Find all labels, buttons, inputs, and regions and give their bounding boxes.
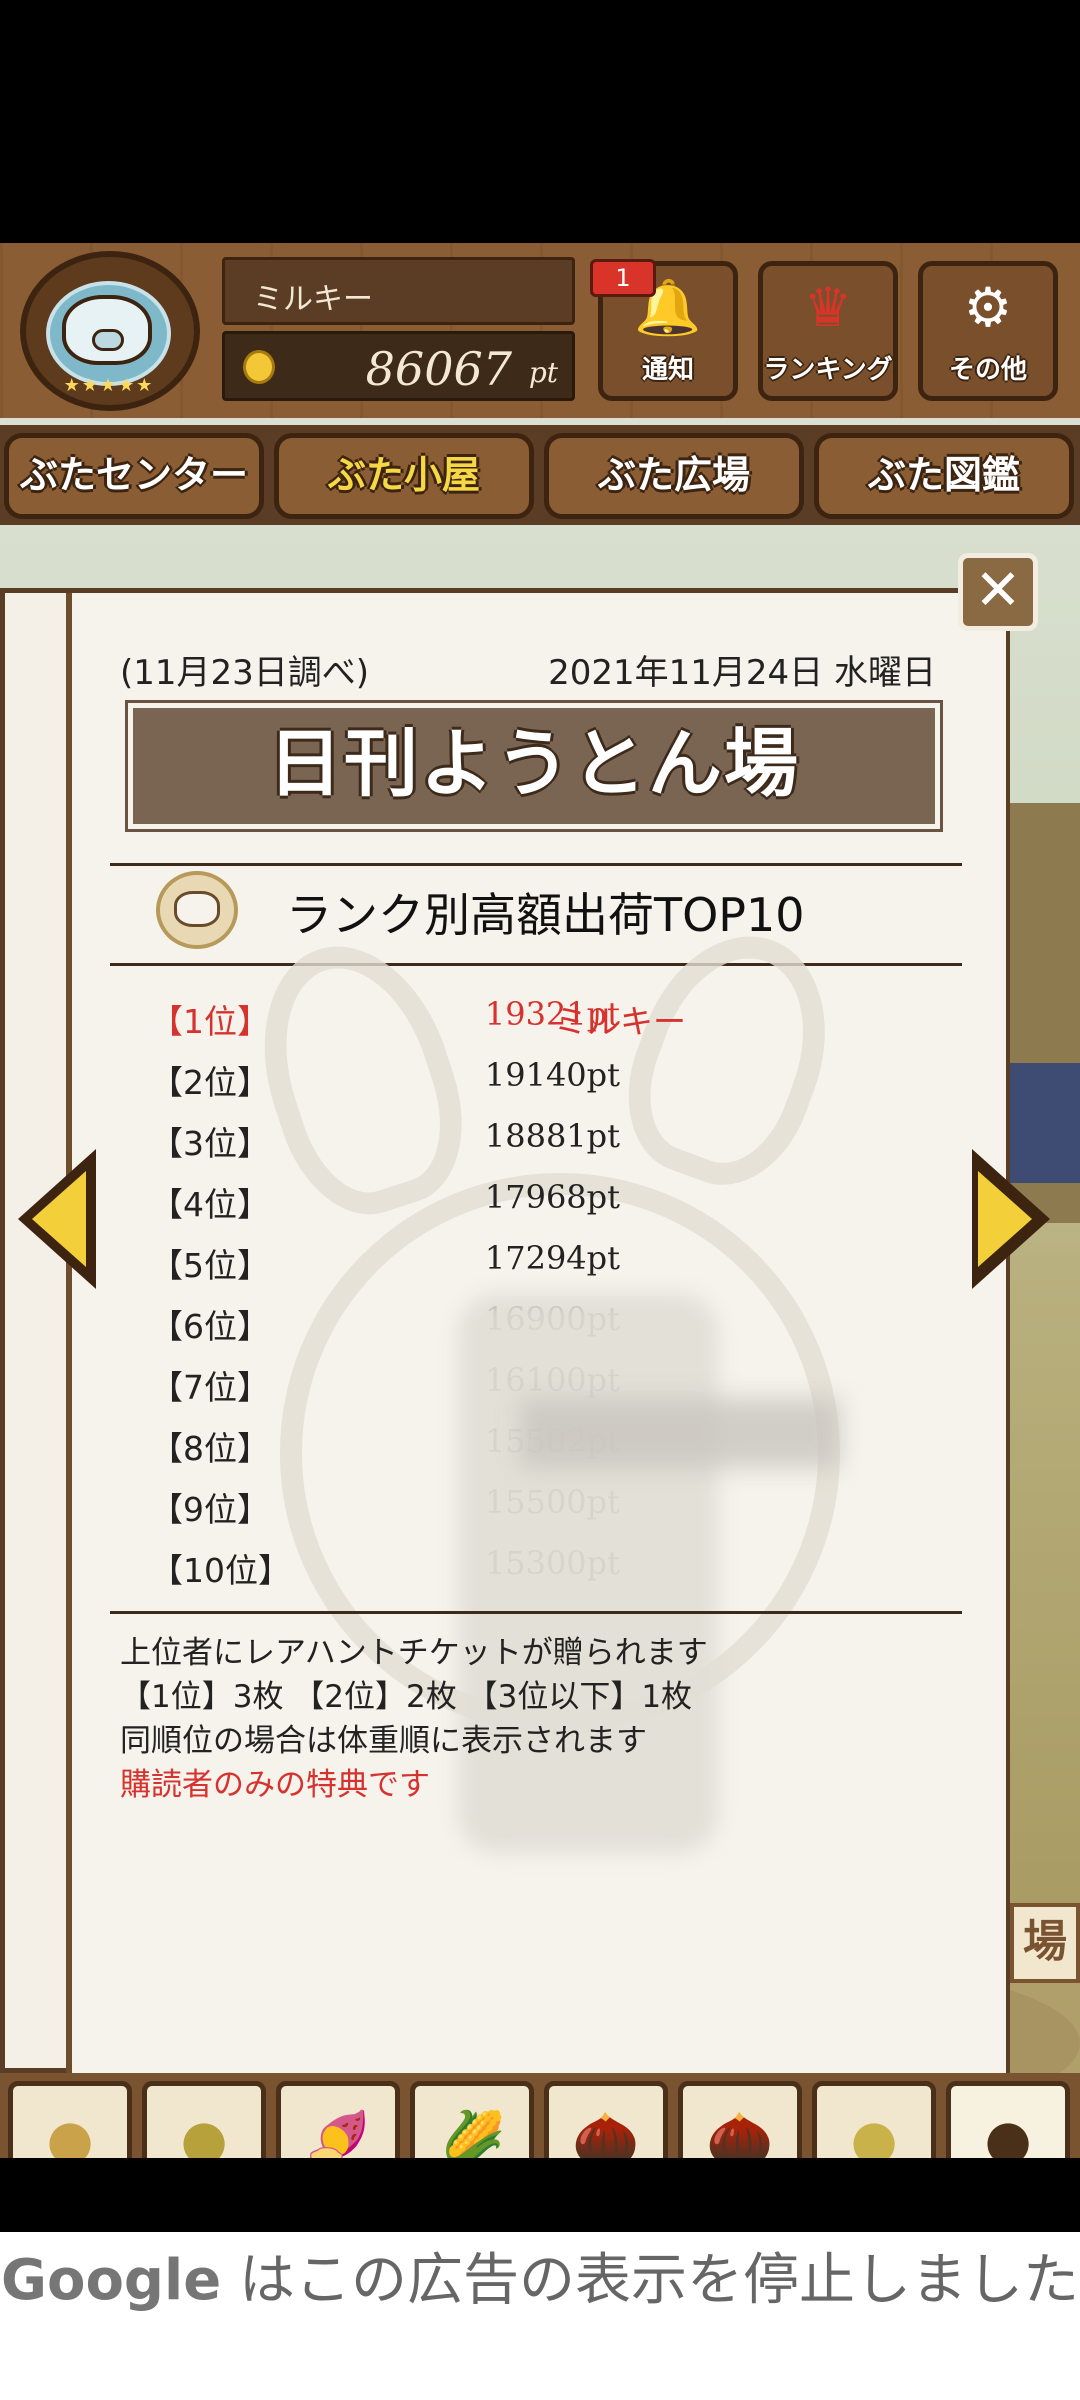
rank-label: 【1位】 (150, 1002, 270, 1041)
crown-icon: ♛ (803, 276, 853, 339)
pig-snout-icon (92, 329, 124, 351)
rank-label: 【8位】 (150, 1429, 270, 1468)
ad-stopped-text: はこの広告の表示を停止しました (221, 2248, 1079, 2313)
ranking-row: 【2位】 19140pt (150, 1056, 910, 1116)
item-slot[interactable]: ● (8, 2081, 132, 2158)
item-slot[interactable]: 🍠 (276, 2081, 400, 2158)
grain-pile-icon: ● (46, 2108, 94, 2158)
ad-banner[interactable]: Google はこの広告の表示を停止しました (0, 2232, 1080, 2400)
player-name-box: ミルキー (222, 257, 575, 325)
google-logo: Google (1, 2248, 222, 2313)
subscriber-note: 購読者のみの特典です (120, 1767, 430, 1803)
ranking-row: 【3位】 18881pt (150, 1117, 910, 1177)
item-slot[interactable]: 🌽 (410, 2081, 534, 2158)
rank-player-name: ミルキー (554, 1002, 686, 1041)
points-value: 86067 (365, 342, 512, 396)
rank-points: 19140pt (484, 1056, 620, 1094)
divider (110, 1611, 962, 1614)
survey-date: (11月23日調べ) (120, 653, 370, 693)
points-unit: pt (528, 356, 558, 389)
rank-label: 【3位】 (150, 1124, 270, 1163)
tab-buta-plaza[interactable]: ぶた広場 (544, 433, 804, 519)
ad-message: Google はこの広告の表示を停止しました (0, 2244, 1080, 2318)
item-slot[interactable]: ● (142, 2081, 266, 2158)
divider (110, 863, 962, 866)
rank-label: 【7位】 (150, 1368, 270, 1407)
prev-page-arrow-fill (32, 1171, 86, 1267)
item-slot[interactable]: 🌰 (678, 2081, 802, 2158)
rank-points: 17968pt (484, 1178, 620, 1216)
player-name: ミルキー (253, 282, 373, 317)
redacted-names (520, 1398, 840, 1468)
coin-icon (243, 350, 275, 384)
emblem-pig-face (174, 891, 220, 927)
other-label: その他 (948, 355, 1027, 385)
gear-icon: ⚙ (963, 276, 1013, 339)
rank-label: 【9位】 (150, 1490, 270, 1529)
rank-label: 【2位】 (150, 1063, 270, 1102)
game-screen: 場 ★★★★★ ミルキー 86067 pt 🔔 通知 1 ♛ ランキング ⚙ そ… (0, 243, 1080, 2158)
close-button[interactable]: ✕ (958, 553, 1038, 631)
tie-note: 同順位の場合は体重順に表示されます (120, 1723, 647, 1759)
scene-sign: 場 (1010, 1903, 1080, 1983)
reward-detail: 【1位】3枚 【2位】2枚 【3位以下】1枚 (120, 1679, 693, 1715)
rank-label: 【4位】 (150, 1185, 270, 1224)
points-box: 86067 pt (222, 331, 575, 401)
next-page-arrow-fill (978, 1171, 1032, 1267)
tab-buta-center[interactable]: ぶたセンター (4, 433, 264, 519)
ranking-row: 【4位】 17968pt (150, 1178, 910, 1238)
rank-points: 18881pt (484, 1117, 620, 1155)
acorn-icon: 🌰 (706, 2108, 774, 2158)
rank-label: 【10位】 (150, 1551, 291, 1590)
notification-label: 通知 (641, 355, 694, 385)
issue-date: 2021年11月24日 水曜日 (548, 653, 936, 693)
bean-pile-icon: ● (180, 2108, 228, 2158)
redacted-names (458, 1293, 718, 1853)
notification-count-badge: 1 (590, 259, 656, 297)
ranking-row: 【5位】 17294pt (150, 1239, 910, 1299)
item-slot[interactable]: ● (946, 2081, 1070, 2158)
other-button[interactable]: ⚙ その他 (918, 261, 1058, 401)
ranking-label: ランキング (763, 355, 893, 385)
divider (110, 963, 962, 966)
grain-plate-icon: ● (850, 2108, 898, 2158)
item-slot[interactable]: 🌰 (544, 2081, 668, 2158)
sweet-potato-icon: 🍠 (304, 2108, 372, 2158)
rank-label: 【6位】 (150, 1307, 270, 1346)
nuts-leaves-icon: 🌰 (572, 2108, 640, 2158)
tab-buta-encyclopedia[interactable]: ぶた図鑑 (814, 433, 1074, 519)
tab-buta-hut[interactable]: ぶた小屋 (274, 433, 534, 519)
newspaper-title: 日刊ようとん場 (125, 700, 943, 832)
ranking-row: 【1位】 19321pt ミルキー (150, 995, 910, 1055)
rank-stars-icon: ★★★★★ (63, 375, 155, 396)
item-slot[interactable]: ● (812, 2081, 936, 2158)
section-title: ランク別高額出荷TOP10 (286, 888, 805, 942)
rank-points: 17294pt (484, 1239, 620, 1277)
reward-note: 上位者にレアハントチケットが贈られます (120, 1635, 708, 1671)
rank-label: 【5位】 (150, 1246, 270, 1285)
ranking-button[interactable]: ♛ ランキング (758, 261, 898, 401)
dark-food-plate-icon: ● (984, 2108, 1032, 2158)
corn-icon: 🌽 (438, 2108, 506, 2158)
